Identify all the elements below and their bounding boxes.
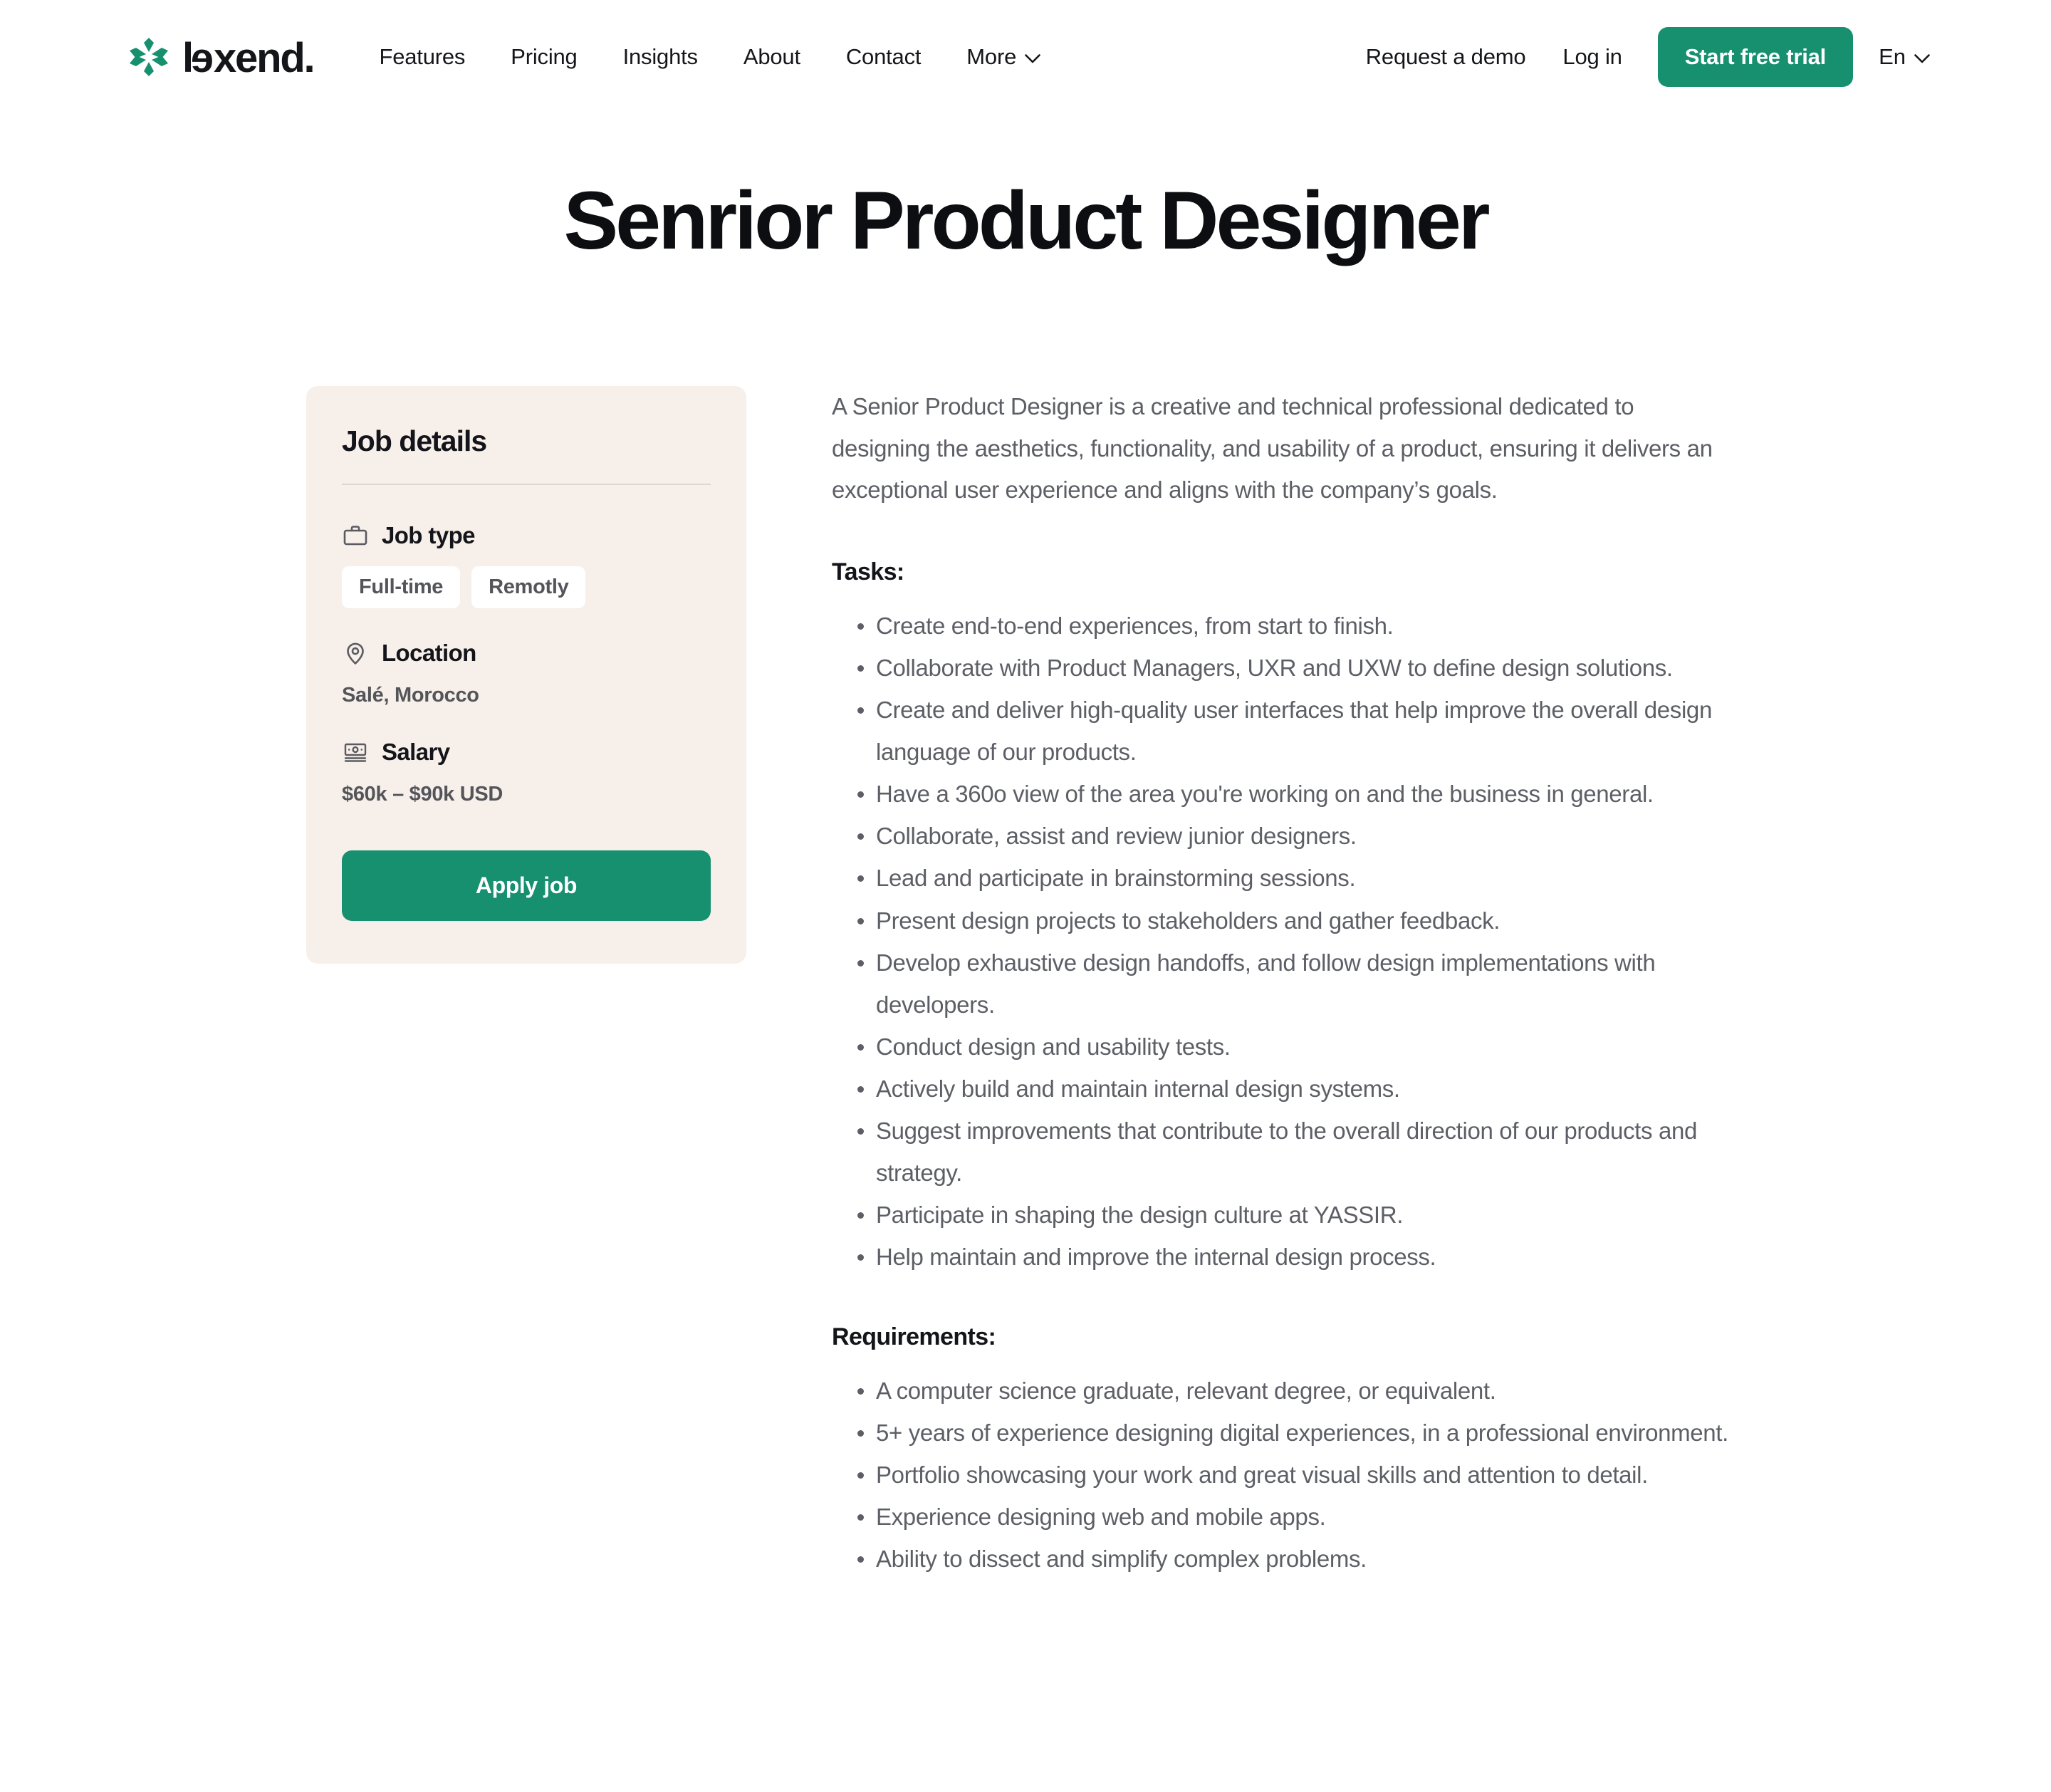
list-item: Experience designing web and mobile apps… [832,1496,1729,1538]
tasks-heading: Tasks: [832,558,904,586]
salary-label: Salary [382,738,450,765]
job-content: Job details Job type Full-time Remotly L… [0,385,2051,1580]
list-item: Portfolio showcasing your work and great… [832,1454,1729,1496]
location-header: Location [342,640,711,667]
nav-item-pricing[interactable]: Pricing [488,44,600,70]
location-label: Location [382,639,476,666]
chevron-down-icon [1914,53,1930,63]
list-item: 5+ years of experience designing digital… [832,1412,1729,1454]
job-intro-paragraph: A Senior Product Designer is a creative … [832,392,1713,504]
map-pin-icon [342,640,369,667]
chevron-down-icon [1025,53,1040,63]
briefcase-icon [342,522,369,549]
list-item: Create and deliver high-quality user int… [832,689,1729,773]
tasks-list: Create end-to-end experiences, from star… [832,605,1729,1278]
main-navigation: Features Pricing Insights About Contact … [356,44,1063,70]
language-selector[interactable]: En [1879,44,1930,70]
list-item: A computer science graduate, relevant de… [832,1370,1729,1412]
language-selector-label: En [1879,44,1906,69]
location-block: Location Salé, Morocco [342,640,711,707]
list-item: Collaborate, assist and review junior de… [832,815,1729,857]
job-description: A Senior Product Designer is a creative … [832,386,1772,1580]
log-in-link[interactable]: Log in [1544,44,1640,70]
list-item: Create end-to-end experiences, from star… [832,605,1729,647]
list-item: Suggest improvements that contribute to … [832,1110,1729,1194]
divider [342,483,711,485]
header-actions: Request a demo Log in Start free trial E… [1347,27,1930,87]
nav-item-more[interactable]: More [944,44,1063,70]
salary-value: $60k – $90k USD [342,782,503,806]
job-type-tags: Full-time Remotly [342,566,711,608]
salary-block: Salary $60k – $90k USD [342,739,711,806]
start-free-trial-button[interactable]: Start free trial [1657,27,1854,87]
asterisk-star-icon [128,36,169,78]
nav-item-features[interactable]: Features [356,44,488,70]
list-item: Conduct design and usability tests. [832,1026,1729,1068]
list-item: Ability to dissect and simplify complex … [832,1538,1729,1580]
page-title: Senrior Product Designer [563,175,1490,266]
nav-item-contact[interactable]: Contact [823,44,944,70]
list-item: Present design projects to stakeholders … [832,900,1729,942]
job-type-header: Job type [342,522,711,549]
job-type-tag-remotly[interactable]: Remotly [471,566,586,608]
job-type-tag-full-time[interactable]: Full-time [342,566,461,608]
list-item: Help maintain and improve the internal d… [832,1236,1729,1278]
job-type-label: Job type [382,521,475,548]
requirements-heading: Requirements: [832,1323,996,1351]
brand-name: lexend. [182,35,315,81]
nav-item-more-label: More [966,44,1017,69]
job-details-card: Job details Job type Full-time Remotly L… [306,385,746,964]
list-item: Have a 360o view of the area you're work… [832,773,1729,815]
nav-item-about[interactable]: About [721,44,823,70]
list-item: Lead and participate in brainstorming se… [832,857,1729,899]
site-header: lexend. Features Pricing Insights About … [0,0,2051,114]
salary-header: Salary [342,739,711,766]
request-demo-link[interactable]: Request a demo [1347,44,1545,70]
list-item: Actively build and maintain internal des… [832,1068,1729,1110]
brand-logo[interactable]: lexend. [128,35,315,81]
list-item: Collaborate with Product Managers, UXR a… [832,647,1729,689]
list-item: Develop exhaustive design handoffs, and … [832,942,1729,1026]
banknote-icon [342,739,369,766]
nav-item-insights[interactable]: Insights [600,44,721,70]
apply-job-button[interactable]: Apply job [342,850,711,921]
list-item: Participate in shaping the design cultur… [832,1194,1729,1236]
job-type-block: Job type Full-time Remotly [342,522,711,608]
job-details-title: Job details [342,424,487,457]
requirements-list: A computer science graduate, relevant de… [832,1370,1729,1580]
location-value: Salé, Morocco [342,683,479,707]
